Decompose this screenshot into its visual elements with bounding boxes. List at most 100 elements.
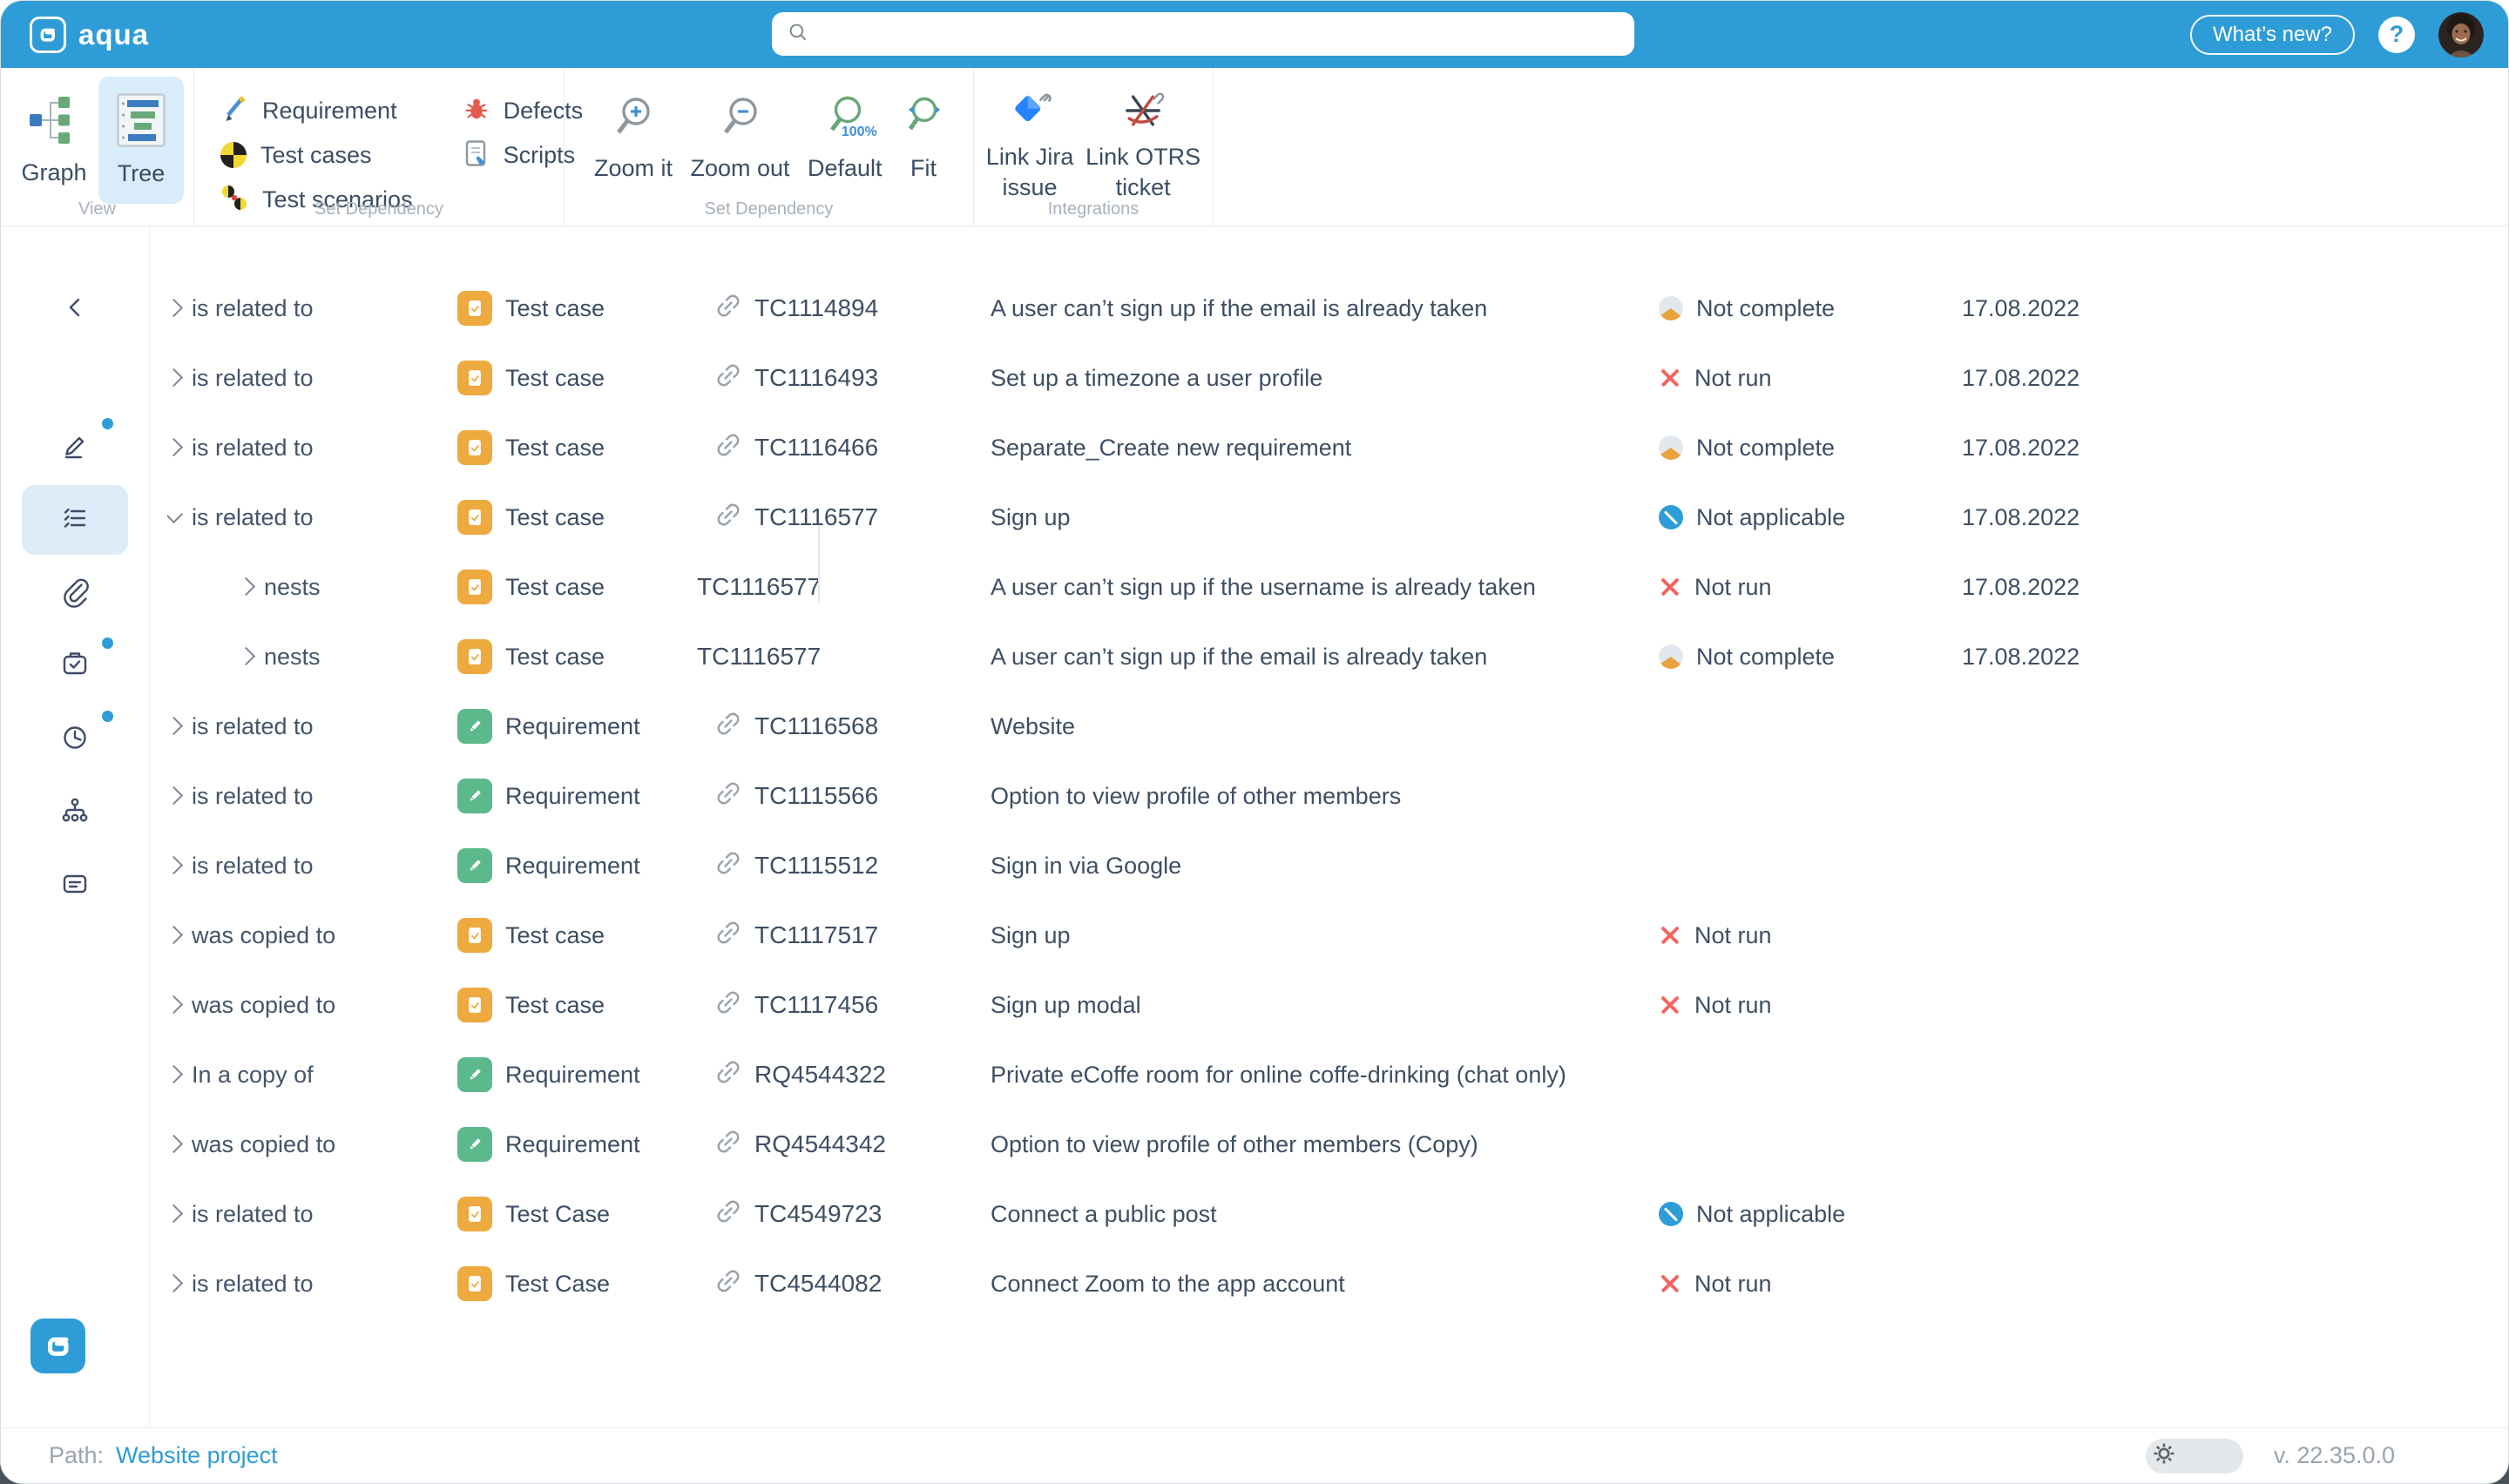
table-row[interactable]: nests Test case TC1116577 A user can’t s… bbox=[150, 552, 2508, 622]
expand-chevron-icon[interactable] bbox=[167, 786, 183, 804]
table-row[interactable]: was copied to Test case TC1117456 Sign u… bbox=[150, 970, 2508, 1040]
note-icon bbox=[57, 866, 93, 907]
status-icon bbox=[1659, 505, 1683, 530]
tree-view-button[interactable]: Tree bbox=[98, 77, 184, 204]
expand-chevron-icon[interactable] bbox=[167, 995, 183, 1013]
user-avatar[interactable] bbox=[2438, 12, 2484, 57]
table-row[interactable]: is related to Test case TC1114894 A user… bbox=[150, 273, 2508, 343]
path-project-link[interactable]: Website project bbox=[116, 1442, 278, 1469]
expand-chevron-icon[interactable] bbox=[167, 925, 183, 943]
item-type-label: Test Case bbox=[505, 1201, 610, 1228]
link-icon[interactable] bbox=[715, 1129, 741, 1161]
table-row[interactable]: is related to Test Case TC4544082 Connec… bbox=[150, 1249, 2508, 1319]
expand-chevron-icon[interactable] bbox=[237, 646, 255, 664]
sidebar-item-relations[interactable] bbox=[22, 485, 128, 555]
expand-chevron-icon[interactable] bbox=[167, 855, 183, 874]
expand-chevron-icon[interactable] bbox=[167, 437, 183, 455]
expand-chevron-icon[interactable] bbox=[167, 368, 183, 386]
table-row[interactable]: is related to Test case TC1116577 Sign u… bbox=[150, 482, 2508, 552]
item-id[interactable]: RQ4544322 bbox=[754, 1061, 886, 1089]
table-row[interactable]: was copied to Test case TC1117517 Sign u… bbox=[150, 901, 2508, 970]
link-icon[interactable] bbox=[715, 502, 741, 534]
item-type-label: Test case bbox=[505, 574, 605, 601]
sidebar-item-tasks[interactable] bbox=[22, 631, 128, 701]
testcase-type-icon bbox=[457, 988, 492, 1022]
expand-chevron-icon[interactable] bbox=[167, 1273, 183, 1292]
item-id[interactable]: TC1116577 bbox=[697, 643, 821, 671]
item-id[interactable]: TC1114894 bbox=[754, 294, 878, 322]
graph-view-button[interactable]: Graph bbox=[11, 77, 97, 204]
settings-toggle[interactable] bbox=[2146, 1439, 2243, 1474]
ribbon-group-integrations: Link Jira issue bbox=[974, 68, 1214, 226]
status-icon bbox=[1659, 644, 1683, 669]
table-row[interactable]: is related to Test case TC1116493 Set up… bbox=[150, 343, 2508, 413]
link-icon[interactable] bbox=[715, 850, 741, 882]
link-icon[interactable] bbox=[715, 1198, 741, 1231]
relation-label: is related to bbox=[192, 365, 314, 392]
expand-chevron-icon[interactable] bbox=[167, 298, 183, 316]
link-icon[interactable] bbox=[715, 432, 741, 464]
table-row[interactable]: is related to Requirement TC1116568 Webs… bbox=[150, 691, 2508, 761]
expand-chevron-icon[interactable] bbox=[167, 1064, 183, 1083]
sidebar-item-notes[interactable] bbox=[22, 851, 128, 921]
expand-chevron-icon[interactable] bbox=[237, 577, 255, 595]
status-icon bbox=[1659, 296, 1683, 320]
link-icon[interactable] bbox=[715, 1268, 741, 1300]
item-id[interactable]: TC1116568 bbox=[754, 712, 878, 740]
relation-label: is related to bbox=[192, 1201, 314, 1228]
sidebar-item-collapse[interactable] bbox=[22, 274, 128, 344]
relation-label: was copied to bbox=[192, 922, 335, 949]
table-row[interactable]: is related to Requirement TC1115566 Opti… bbox=[150, 761, 2508, 831]
item-id[interactable]: TC1115512 bbox=[754, 852, 878, 880]
sidebar-item-attachments[interactable] bbox=[22, 558, 128, 628]
type-cell: Test case bbox=[457, 430, 697, 465]
type-cell: Requirement bbox=[457, 1127, 697, 1162]
item-id[interactable]: RQ4544342 bbox=[754, 1130, 886, 1158]
item-id[interactable]: TC1117517 bbox=[754, 921, 878, 949]
relation-label: is related to bbox=[192, 713, 314, 740]
table-row[interactable]: was copied to Requirement RQ4544342 Opti… bbox=[150, 1110, 2508, 1179]
item-id[interactable]: TC4549723 bbox=[754, 1200, 882, 1228]
table-row[interactable]: is related to Requirement TC1115512 Sign… bbox=[150, 831, 2508, 901]
sidebar-item-edit[interactable] bbox=[22, 412, 128, 482]
expand-chevron-icon[interactable] bbox=[167, 504, 183, 523]
type-cell: Test case bbox=[457, 988, 697, 1022]
expand-chevron-icon[interactable] bbox=[167, 1204, 183, 1222]
item-id[interactable]: TC1116577 bbox=[754, 503, 878, 531]
link-icon[interactable] bbox=[715, 711, 741, 743]
whats-new-button[interactable]: What’s new? bbox=[2190, 15, 2355, 55]
sidebar-item-history[interactable] bbox=[22, 705, 128, 774]
requirement-type-icon bbox=[457, 1057, 492, 1092]
table-row[interactable]: is related to Test Case TC4549723 Connec… bbox=[150, 1179, 2508, 1249]
link-icon[interactable] bbox=[715, 293, 741, 325]
table-row[interactable]: In a copy of Requirement RQ4544322 Priva… bbox=[150, 1040, 2508, 1110]
item-title: Sign up bbox=[991, 922, 1659, 949]
table-row[interactable]: nests Test case TC1116577 A user can’t s… bbox=[150, 622, 2508, 691]
expand-chevron-icon[interactable] bbox=[167, 1134, 183, 1152]
item-id[interactable]: TC1116493 bbox=[754, 364, 878, 392]
item-id[interactable]: TC1116466 bbox=[754, 434, 878, 462]
type-cell: Test case bbox=[457, 570, 697, 604]
link-icon[interactable] bbox=[715, 989, 741, 1022]
item-id[interactable]: TC4544082 bbox=[754, 1270, 882, 1298]
test-cases-dependency-button[interactable]: Test cases bbox=[220, 138, 413, 172]
item-id[interactable]: TC1117456 bbox=[754, 991, 878, 1019]
relation-cell: is related to bbox=[167, 295, 457, 322]
search-input[interactable] bbox=[820, 16, 1634, 52]
relation-cell: nests bbox=[167, 644, 457, 671]
sidebar-item-structure[interactable] bbox=[22, 778, 128, 847]
link-icon[interactable] bbox=[715, 920, 741, 952]
requirement-dependency-button[interactable]: Requirement bbox=[220, 94, 413, 127]
item-date: 17.08.2022 bbox=[1962, 295, 2508, 322]
item-title: Set up a timezone a user profile bbox=[991, 365, 1659, 392]
link-icon[interactable] bbox=[715, 362, 741, 395]
help-button[interactable]: ? bbox=[2378, 17, 2415, 53]
link-icon[interactable] bbox=[715, 780, 741, 813]
item-id[interactable]: TC1116577 bbox=[697, 573, 821, 601]
item-id[interactable]: TC1115566 bbox=[754, 782, 878, 810]
status-icon bbox=[1659, 994, 1681, 1016]
expand-chevron-icon[interactable] bbox=[167, 716, 183, 734]
notification-dot bbox=[102, 418, 113, 429]
link-icon[interactable] bbox=[715, 1059, 741, 1091]
table-row[interactable]: is related to Test case TC1116466 Separa… bbox=[150, 413, 2508, 482]
